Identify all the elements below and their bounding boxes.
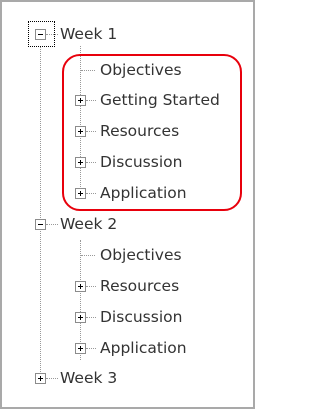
collapse-icon[interactable] bbox=[35, 219, 46, 230]
course-tree: Week 1 Objectives Getting Started Resour… bbox=[0, 0, 255, 409]
focus-indicator bbox=[28, 21, 55, 47]
tree-node-discussion[interactable]: Discussion bbox=[2, 302, 252, 332]
tree-node-week-3[interactable]: Week 3 bbox=[2, 363, 252, 393]
tree-node-label: Week 3 bbox=[60, 369, 118, 387]
tree-node-label: Application bbox=[100, 339, 187, 357]
expand-icon[interactable] bbox=[75, 312, 86, 323]
tree-node-week-2[interactable]: Week 2 bbox=[2, 209, 252, 239]
expand-icon[interactable] bbox=[75, 343, 86, 354]
highlight-annotation bbox=[62, 54, 242, 211]
tree-node-label: Week 1 bbox=[60, 25, 118, 43]
tree-node-label: Discussion bbox=[100, 308, 183, 326]
tree-node-label: Resources bbox=[100, 277, 180, 295]
tree-node-resources[interactable]: Resources bbox=[2, 271, 252, 301]
expand-icon[interactable] bbox=[75, 281, 86, 292]
tree-node-label: Objectives bbox=[100, 246, 182, 264]
tree-node-application[interactable]: Application bbox=[2, 333, 252, 363]
expand-icon[interactable] bbox=[35, 373, 46, 384]
tree-node-label: Week 2 bbox=[60, 215, 118, 233]
tree-node-week-1[interactable]: Week 1 bbox=[2, 19, 252, 49]
tree-node-objectives[interactable]: Objectives bbox=[2, 240, 252, 270]
